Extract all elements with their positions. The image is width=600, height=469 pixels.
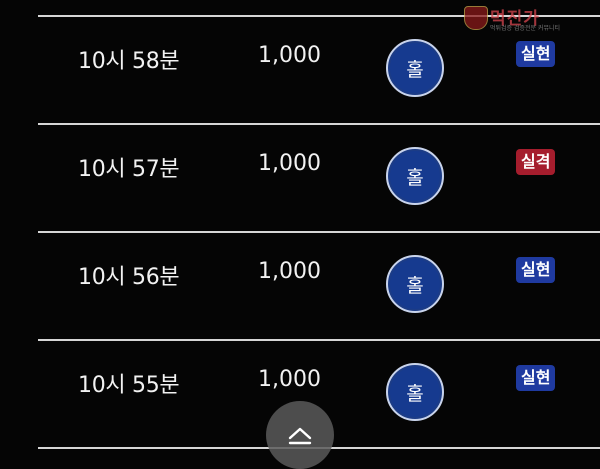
pick-circle: 홀 (386, 363, 444, 421)
bet-amount: 1,000 (258, 43, 321, 68)
bet-row[interactable]: 10시 58분 1,000 홀 실현 (38, 17, 600, 125)
bet-time: 10시 55분 (78, 373, 180, 398)
pick-circle: 홀 (386, 39, 444, 97)
bet-row[interactable]: 10시 56분 1,000 홀 실현 (38, 233, 600, 341)
bet-amount: 1,000 (258, 151, 321, 176)
bet-amount: 1,000 (258, 259, 321, 284)
pick-circle: 홀 (386, 255, 444, 313)
pick-circle: 홀 (386, 147, 444, 205)
bet-time: 10시 56분 (78, 265, 180, 290)
bet-time: 10시 58분 (78, 49, 180, 74)
bet-history-list: 10시 58분 1,000 홀 실현 10시 57분 1,000 홀 실격 10… (38, 17, 600, 449)
scroll-to-top-button[interactable] (266, 401, 334, 469)
bet-time: 10시 57분 (78, 157, 180, 182)
result-badge: 실격 (516, 149, 556, 175)
bet-row[interactable]: 10시 57분 1,000 홀 실격 (38, 125, 600, 233)
chevron-up-icon (288, 427, 312, 445)
result-badge: 실현 (516, 257, 556, 283)
bet-amount: 1,000 (258, 367, 321, 392)
result-badge: 실현 (516, 41, 556, 67)
result-badge: 실현 (516, 365, 556, 391)
